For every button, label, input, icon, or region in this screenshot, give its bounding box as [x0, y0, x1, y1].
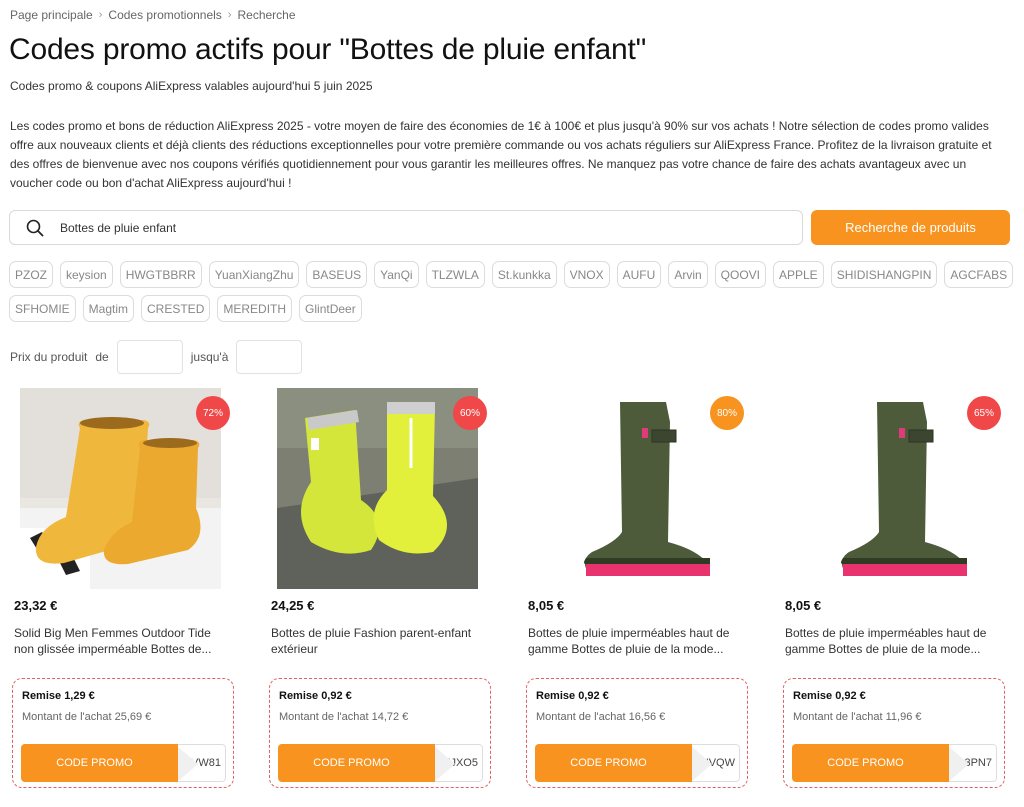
brand-chip[interactable]: SHIDISHANGPIN	[830, 261, 938, 288]
brand-chip[interactable]: Magtim	[82, 295, 135, 322]
page-title: Codes promo actifs pour "Bottes de pluie…	[9, 33, 647, 66]
coupon-box: Remise 0,92 € Montant de l'achat 11,96 €…	[783, 678, 1005, 788]
discount-badge: 60%	[453, 396, 487, 430]
brand-chip[interactable]: keysion	[60, 261, 113, 288]
price-max-input[interactable]	[236, 340, 303, 374]
brand-chip[interactable]: Arvin	[668, 261, 708, 288]
coupon-min-amount: Montant de l'achat 14,72 €	[279, 711, 409, 723]
promo-code-value-container: NJXO5	[435, 744, 483, 782]
coupon-box: Remise 0,92 € Montant de l'achat 14,72 €…	[269, 678, 491, 788]
brand-chip[interactable]: APPLE	[773, 261, 824, 288]
brand-chip[interactable]: HWGTBBRR	[119, 261, 202, 288]
product-price: 8,05 €	[528, 598, 565, 613]
promo-code-label: CODE PROMO	[21, 744, 178, 782]
brand-chip[interactable]: MEREDITH	[217, 295, 293, 322]
peel-fold-icon	[949, 745, 969, 781]
product-image[interactable]	[276, 388, 478, 589]
product-price: 23,32 €	[14, 598, 58, 613]
coupon-discount: Remise 1,29 €	[22, 690, 95, 702]
coupon-discount: Remise 0,92 €	[536, 690, 609, 702]
peel-fold-icon	[178, 745, 198, 781]
coupon-box: Remise 1,29 € Montant de l'achat 25,69 €…	[12, 678, 234, 788]
brand-chip[interactable]: BASEUS	[306, 261, 368, 288]
product-image-container: 60%	[267, 388, 487, 589]
brand-chip[interactable]: YanQi	[374, 261, 419, 288]
brand-chip[interactable]: AUFU	[616, 261, 662, 288]
product-price: 24,25 €	[271, 598, 315, 613]
coupon-discount: Remise 0,92 €	[279, 690, 352, 702]
coupon-min-amount: Montant de l'achat 25,69 €	[22, 711, 152, 723]
brand-chip[interactable]: VNOX	[563, 261, 610, 288]
product-name[interactable]: Bottes de pluie imperméables haut de gam…	[785, 625, 1005, 657]
product-image-container: 80%	[524, 388, 744, 589]
product-image[interactable]	[533, 388, 735, 589]
product-image[interactable]	[19, 388, 221, 589]
product-image-container: 72%	[10, 388, 230, 589]
discount-badge: 72%	[196, 396, 230, 430]
promo-code-label: CODE PROMO	[535, 744, 692, 782]
brand-chip[interactable]: St.kunkka	[491, 261, 557, 288]
peel-fold-icon	[435, 745, 455, 781]
product-name[interactable]: Solid Big Men Femmes Outdoor Tide non gl…	[14, 625, 234, 657]
coupon-discount: Remise 0,92 €	[793, 690, 866, 702]
brand-chip[interactable]: GlintDeer	[299, 295, 362, 322]
brand-chip[interactable]: PZOZ	[9, 261, 53, 288]
breadcrumb-separator: ›	[227, 9, 232, 21]
brand-chip[interactable]: QOOVI	[714, 261, 766, 288]
promo-code-button[interactable]: CODE PROMO IB3PN7	[792, 744, 997, 782]
promo-code-label: CODE PROMO	[792, 744, 949, 782]
brand-chip[interactable]: YuanXiangZhu	[208, 261, 300, 288]
product-name[interactable]: Bottes de pluie imperméables haut de gam…	[528, 625, 748, 657]
breadcrumb-promo-codes[interactable]: Codes promotionnels	[108, 8, 221, 22]
promo-code-label: CODE PROMO	[278, 744, 435, 782]
promo-code-value-container: IB3PN7	[949, 744, 997, 782]
promo-code-button[interactable]: CODE PROMO NVW81	[21, 744, 226, 782]
product-search-button[interactable]: Recherche de produits	[811, 210, 1010, 245]
brand-chip[interactable]: TLZWLA	[425, 261, 485, 288]
promo-code-button[interactable]: CODE PROMO NJXO5	[278, 744, 483, 782]
breadcrumb-home[interactable]: Page principale	[10, 8, 93, 22]
product-name[interactable]: Bottes de pluie Fashion parent-enfant ex…	[271, 625, 491, 657]
brand-chip[interactable]: AGCFABS	[944, 261, 1014, 288]
page-subtitle: Codes promo & coupons AliExpress valable…	[10, 79, 373, 93]
coupon-min-amount: Montant de l'achat 11,96 €	[793, 711, 922, 723]
product-price: 8,05 €	[785, 598, 822, 613]
price-filter-label: Prix du produit	[10, 350, 88, 364]
breadcrumb-search[interactable]: Recherche	[237, 8, 295, 22]
peel-fold-icon	[692, 745, 712, 781]
brand-chip[interactable]: SFHOMIE	[9, 295, 76, 322]
coupon-min-amount: Montant de l'achat 16,56 €	[536, 711, 666, 723]
brand-filter-list: PZOZ keysion HWGTBBRR YuanXiangZhu BASEUS Yan…	[9, 261, 1019, 322]
price-from-label: de	[95, 350, 109, 364]
coupon-box: Remise 0,92 € Montant de l'achat 16,56 €…	[526, 678, 748, 788]
brand-chip[interactable]: CRESTED	[141, 295, 211, 322]
product-image[interactable]	[790, 388, 992, 589]
breadcrumb: Page principale › Codes promotionnels › …	[10, 8, 296, 22]
product-image-container: 65%	[781, 388, 1001, 589]
promo-code-value-container: NVW81	[178, 744, 226, 782]
breadcrumb-separator: ›	[98, 9, 103, 21]
search-icon	[26, 219, 44, 237]
price-filter: Prix du produit de jusqu'à	[10, 340, 303, 374]
search-box	[9, 210, 803, 245]
promo-code-value-container: RNVQW	[692, 744, 740, 782]
search-input[interactable]	[60, 220, 760, 235]
price-min-input[interactable]	[116, 340, 183, 374]
discount-badge: 65%	[967, 396, 1001, 430]
discount-badge: 80%	[710, 396, 744, 430]
promo-code-button[interactable]: CODE PROMO RNVQW	[535, 744, 740, 782]
intro-text: Les codes promo et bons de réduction Ali…	[10, 119, 992, 190]
price-to-label: jusqu'à	[190, 350, 229, 364]
